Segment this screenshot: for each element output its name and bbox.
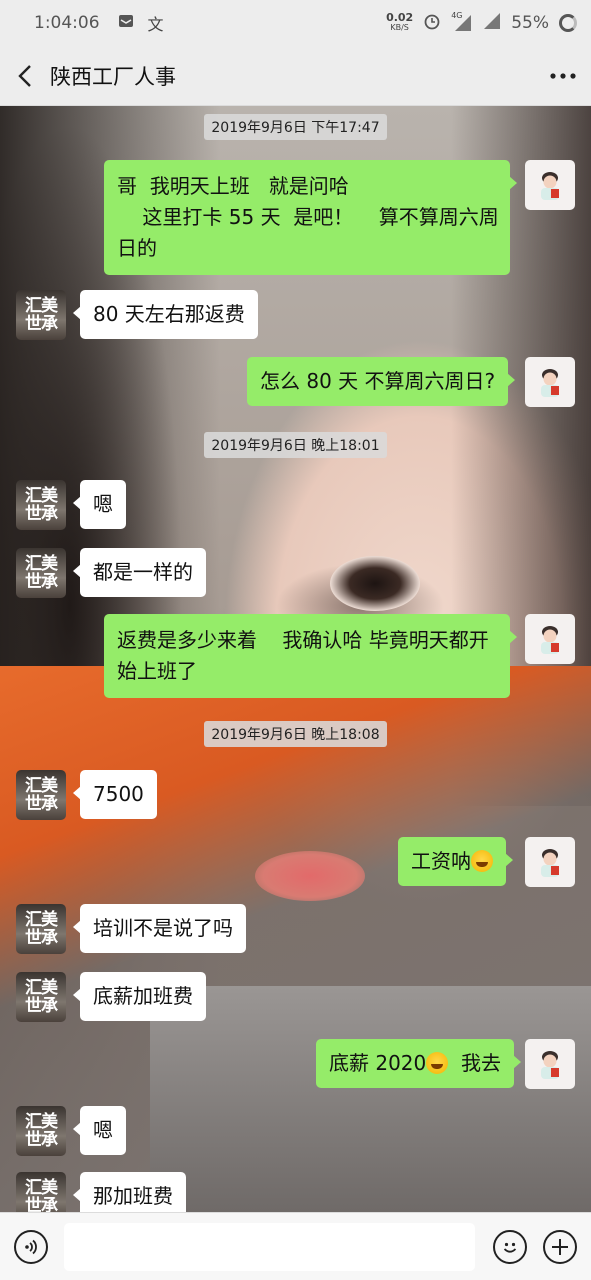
contact-avatar[interactable]: 汇美 世承	[16, 290, 66, 340]
message-bubble-received[interactable]: 培训不是说了吗	[73, 904, 246, 953]
emoji-button[interactable]	[493, 1229, 527, 1264]
contact-avatar[interactable]: 汇美 世承	[16, 548, 66, 598]
message-bubble-received[interactable]: 嗯	[73, 1106, 126, 1155]
alarm-icon	[423, 12, 441, 35]
back-button[interactable]	[0, 46, 50, 106]
plus-icon	[552, 1238, 568, 1255]
mail-icon	[118, 13, 134, 33]
more-icon	[550, 72, 576, 79]
text-icon: 文	[147, 15, 164, 34]
message-list[interactable]: 2019年9月6日 下午17:47 哥 我明天上班 就是问哈 这里打卡 55 天…	[0, 106, 591, 1222]
user-avatar[interactable]	[525, 160, 575, 210]
message-input[interactable]	[64, 1222, 475, 1271]
contact-avatar[interactable]: 汇美 世承	[16, 480, 66, 530]
crying-emoji	[426, 1052, 449, 1074]
signal-icon-2	[483, 12, 501, 35]
message-bubble-received[interactable]: 底薪加班费	[73, 972, 206, 1021]
message-bubble-received[interactable]: 80 天左右那返费	[73, 290, 258, 339]
contact-avatar[interactable]: 汇美 世承	[16, 904, 66, 954]
chat-title: 陕西工厂人事	[50, 64, 176, 89]
timestamp: 2019年9月6日 下午17:47	[0, 114, 591, 140]
plus-button[interactable]	[543, 1229, 577, 1264]
voice-icon	[25, 1239, 37, 1254]
message-bubble-sent[interactable]: 底薪 2020 我去	[316, 1039, 521, 1088]
contact-avatar[interactable]: 汇美 世承	[16, 770, 66, 820]
voice-button[interactable]	[14, 1229, 48, 1264]
battery-level: 55%	[511, 13, 549, 33]
chat-header: 陕西工厂人事	[0, 46, 591, 106]
message-bubble-received[interactable]: 7500	[73, 770, 157, 819]
message-bubble-received[interactable]: 都是一样的	[73, 548, 206, 597]
signal-icon: 4G	[451, 11, 473, 32]
emoji-icon	[503, 1242, 517, 1253]
message-bubble-sent[interactable]: 返费是多少来着 我确认哈 毕竟明天都开 始上班了	[104, 614, 517, 698]
net-speed: 0.02 KB/S	[386, 11, 414, 32]
chevron-left-icon	[18, 64, 31, 87]
user-avatar[interactable]	[525, 357, 575, 407]
message-bubble-received[interactable]: 嗯	[73, 480, 126, 529]
input-bar	[0, 1212, 591, 1280]
message-bubble-sent[interactable]: 工资呐	[398, 837, 513, 886]
status-time: 1:04:06	[34, 13, 100, 33]
user-avatar[interactable]	[525, 837, 575, 887]
laugh-cry-emoji	[471, 850, 493, 872]
timestamp: 2019年9月6日 晚上18:01	[0, 432, 591, 458]
status-bar: 1:04:06 文 0.02 KB/S 4G 55%	[0, 0, 591, 46]
message-bubble-sent[interactable]: 怎么 80 天 不算周六周日?	[247, 357, 516, 406]
contact-avatar[interactable]: 汇美 世承	[16, 1106, 66, 1156]
user-avatar[interactable]	[525, 1039, 575, 1089]
message-bubble-sent[interactable]: 哥 我明天上班 就是问哈 这里打卡 55 天 是吧！ 算不算周六周 日的	[104, 160, 517, 275]
timestamp: 2019年9月6日 晚上18:08	[0, 721, 591, 747]
more-button[interactable]	[535, 46, 591, 106]
battery-icon	[559, 14, 577, 32]
user-avatar[interactable]	[525, 614, 575, 664]
contact-avatar[interactable]: 汇美 世承	[16, 972, 66, 1022]
